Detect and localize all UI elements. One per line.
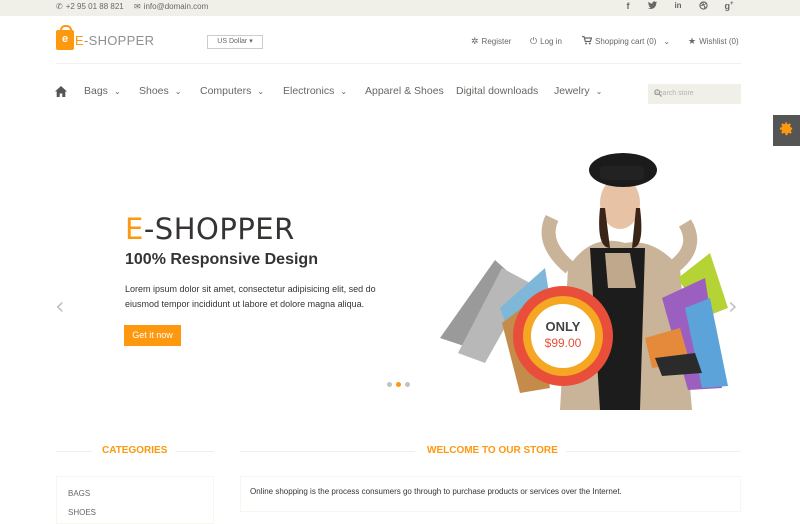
phone-contact: ✆ +2 95 01 88 821 [56,2,124,11]
nav-label: Jewelry [554,85,590,97]
hero-image: ONLY $99.00 [440,148,740,410]
wishlist-label: Wishlist (0) [699,37,739,46]
categories-title: CATEGORIES [102,445,168,456]
chevron-down-icon: ⌄ [340,86,348,96]
get-it-now-button[interactable]: Get it now [124,325,181,346]
nav-label: Bags [84,85,108,97]
register-label: Register [481,37,512,46]
slider-dot[interactable] [405,382,410,387]
cart-icon [582,35,593,47]
welcome-text: Online shopping is the process consumers… [250,487,622,496]
cart-label: Shopping cart (0) [595,37,657,46]
chevron-down-icon: ⌄ [595,86,603,96]
login-label: Log in [540,37,562,46]
twitter-icon[interactable] [645,1,659,11]
dribbble-icon[interactable] [696,1,710,12]
category-item-bags[interactable]: BAGS [68,489,90,498]
slide-title: E-SHOPPER [125,212,295,246]
badge-price-text: $99.00 [545,336,582,350]
header-divider [56,63,741,64]
slide-description: Lorem ipsum dolor sit amet, consectetur … [125,284,376,309]
nav-label: Shoes [139,85,169,97]
nav-item-digital-downloads[interactable]: Digital downloads [456,85,538,97]
logo-text: E-SHOPPER [75,32,155,48]
email-contact[interactable]: ✉ info@domain.com [134,2,208,11]
theme-settings-button[interactable] [773,115,800,146]
welcome-line-right [566,451,741,452]
slide-subtitle: 100% Responsive Design [125,251,318,268]
nav-label: Digital downloads [456,85,539,97]
star-icon: ★ [688,36,697,46]
envelope-icon: ✉ [134,2,141,11]
shopping-cart-link[interactable]: Shopping cart (0) ⌄ [582,35,671,47]
chevron-down-icon: ⌄ [113,86,121,96]
welcome-title: WELCOME TO OUR STORE [427,445,558,456]
nav-label: Electronics [283,85,335,97]
google-plus-icon[interactable]: g+ [722,1,736,11]
slider-prev-arrow[interactable]: ‹ [55,292,65,320]
home-icon[interactable] [55,84,67,97]
phone-number: +2 95 01 88 821 [65,2,124,11]
badge-only-text: ONLY [546,319,581,334]
categories-line-left [56,451,92,452]
welcome-line-left [240,451,415,452]
chevron-down-icon: ⌄ [257,86,265,96]
email-address[interactable]: info@domain.com [144,2,209,11]
nav-item-apparel-shoes[interactable]: Apparel & Shoes [365,85,444,97]
gear-icon: ✲ [471,36,479,46]
logo[interactable]: e E-SHOPPER [56,25,155,50]
nav-item-electronics[interactable]: Electronics ⌄ [283,85,347,97]
wishlist-link[interactable]: ★ Wishlist (0) [688,36,739,47]
currency-label: US Dollar [217,38,248,45]
nav-item-shoes[interactable]: Shoes ⌄ [139,85,181,97]
search-icon[interactable] [654,89,733,99]
slider-dot[interactable] [387,382,392,387]
nav-item-jewelry[interactable]: Jewelry ⌄ [554,85,602,97]
phone-icon: ✆ [56,2,63,11]
slider-dots [387,382,410,387]
search-input[interactable]: Search store [648,84,741,104]
facebook-icon[interactable]: f [621,1,635,11]
categories-line-right [176,451,214,452]
category-item-shoes[interactable]: SHOES [68,508,96,517]
top-bar: ✆ +2 95 01 88 821 ✉ info@domain.com f in… [0,0,800,16]
login-link[interactable]: ⏻ Log in [530,36,562,47]
shopping-bag-icon: e [56,25,74,50]
chevron-down-icon: ⌄ [174,86,182,96]
register-link[interactable]: ✲ Register [471,36,511,47]
power-icon: ⏻ [530,36,538,46]
nav-label: Computers [200,85,252,97]
linkedin-icon[interactable]: in [671,1,685,10]
currency-dropdown[interactable]: US Dollar ▾ [207,35,263,49]
chevron-down-icon: ⌄ [663,37,671,46]
nav-item-bags[interactable]: Bags ⌄ [84,85,121,97]
caret-down-icon: ▾ [249,38,253,45]
nav-label: Apparel & Shoes [365,85,444,97]
gear-icon [779,121,794,141]
nav-item-computers[interactable]: Computers ⌄ [200,85,264,97]
slider-dot-active[interactable] [396,382,401,387]
